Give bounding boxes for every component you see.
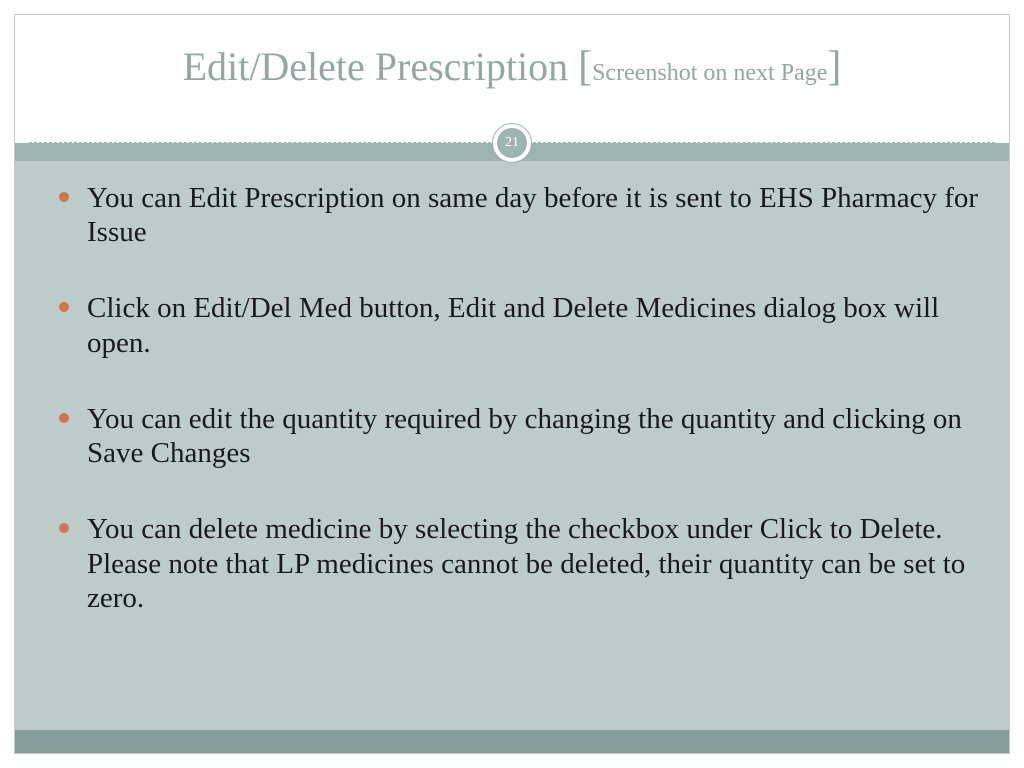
slide-content: You can Edit Prescription on same day be…: [15, 161, 1009, 730]
page-number-badge: 21: [492, 123, 532, 163]
slide-title: Edit/Delete Prescription [Screenshot on …: [15, 43, 1009, 91]
bracket-open: [: [578, 44, 592, 90]
bullet-list: You can Edit Prescription on same day be…: [59, 181, 979, 615]
list-item: You can Edit Prescription on same day be…: [59, 181, 979, 249]
title-sub: Screenshot on next Page: [592, 60, 827, 86]
list-item: You can edit the quantity required by ch…: [59, 402, 979, 470]
accent-band-bottom: [15, 730, 1009, 753]
title-main: Edit/Delete Prescription: [183, 44, 578, 89]
page-number: 21: [497, 128, 527, 158]
bracket-close: ]: [827, 44, 841, 90]
list-item: You can delete medicine by selecting the…: [59, 512, 979, 615]
slide: Edit/Delete Prescription [Screenshot on …: [14, 14, 1010, 754]
list-item: Click on Edit/Del Med button, Edit and D…: [59, 291, 979, 359]
